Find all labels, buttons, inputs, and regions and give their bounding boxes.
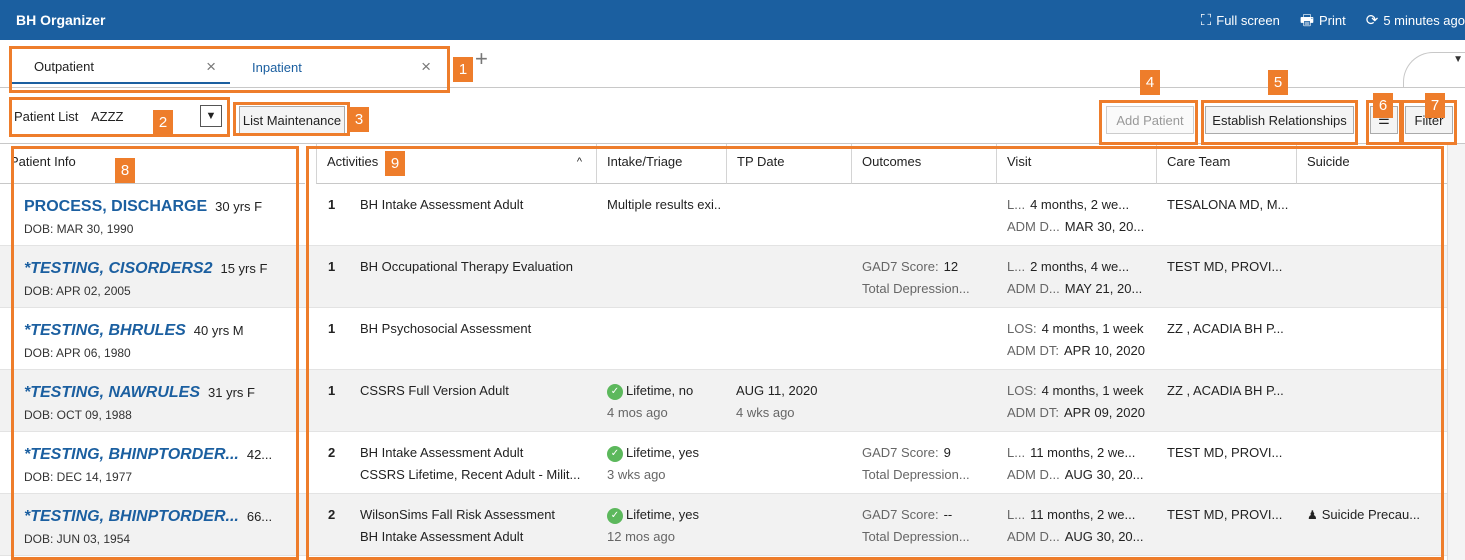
app-title: BH Organizer <box>16 12 106 28</box>
fullscreen-label: Full screen <box>1216 12 1280 28</box>
callout-box-activities <box>306 146 1444 560</box>
refresh-label: 5 minutes ago <box>1383 12 1465 28</box>
printer-icon: 🖶 <box>1299 11 1315 29</box>
refresh-button[interactable]: ⟳ 5 minutes ago <box>1366 13 1465 28</box>
refresh-icon: ⟳ <box>1365 11 1379 29</box>
title-bar: BH Organizer ⛶ Full screen 🖶 Print ⟳ 5 m… <box>0 0 1465 40</box>
callout-badge: 3 <box>349 107 369 132</box>
callout-badge: 5 <box>1268 70 1288 95</box>
callout-badge: 9 <box>385 151 405 176</box>
print-label: Print <box>1319 12 1346 28</box>
title-actions: ⛶ Full screen 🖶 Print ⟳ 5 minutes ago <box>1201 0 1465 40</box>
fullscreen-icon: ⛶ <box>1200 11 1212 29</box>
callout-badge: 2 <box>153 110 173 135</box>
callout-box-patient-list <box>9 97 230 137</box>
callout-badge: 7 <box>1425 93 1445 118</box>
callout-badge: 1 <box>453 57 473 82</box>
fullscreen-button[interactable]: ⛶ Full screen <box>1201 13 1280 28</box>
callout-badge: 8 <box>115 158 135 183</box>
callout-badge: 6 <box>1373 93 1393 118</box>
callout-box-establish-relationships <box>1201 100 1358 145</box>
add-tab-icon[interactable]: + <box>475 48 488 70</box>
callout-badge: 4 <box>1140 70 1160 95</box>
callout-box-tabs <box>9 46 450 93</box>
print-button[interactable]: 🖶 Print <box>1300 13 1346 28</box>
scrollbar[interactable] <box>1447 144 1465 560</box>
caret-down-icon[interactable]: ▼ <box>1453 54 1463 65</box>
callout-box-add-patient <box>1099 100 1198 145</box>
callout-box-patient-info <box>11 146 299 560</box>
callout-box-list-maintenance <box>233 102 350 136</box>
